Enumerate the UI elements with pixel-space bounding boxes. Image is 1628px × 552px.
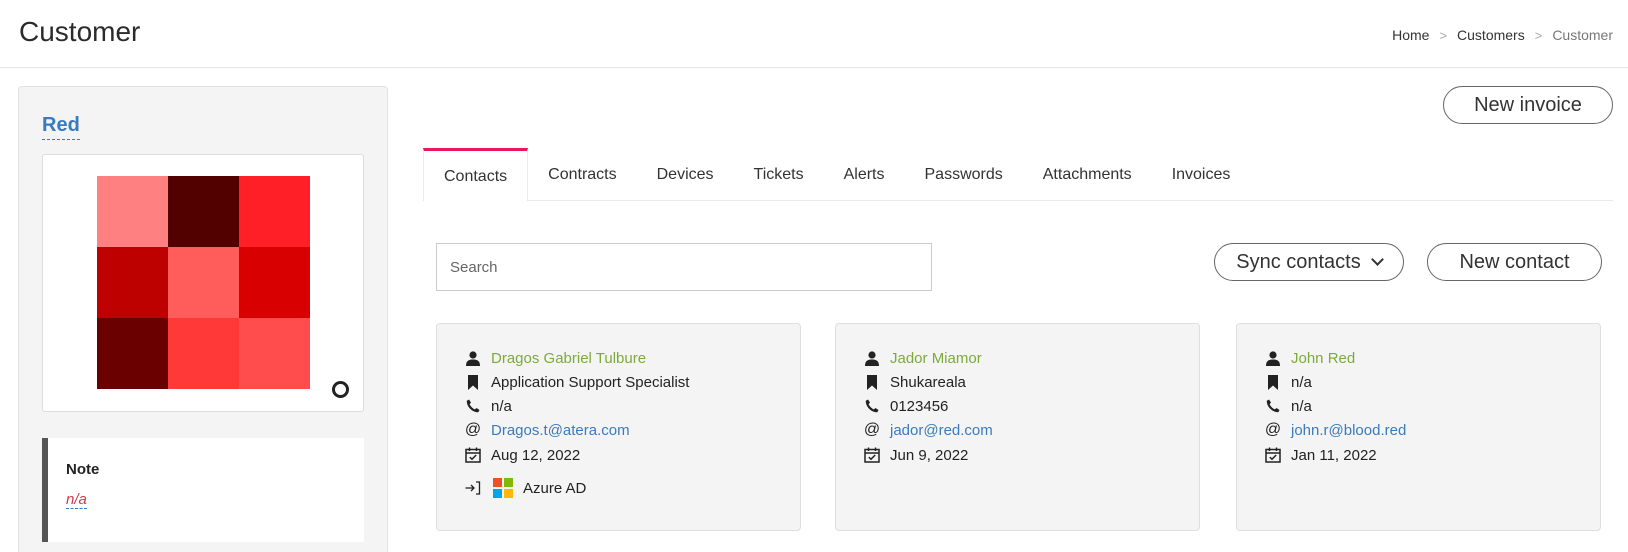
logo-cell (97, 176, 168, 247)
note-value[interactable]: n/a (66, 491, 87, 509)
contact-date-row: Jun 9, 2022 (862, 444, 968, 466)
contact-date-row: Aug 12, 2022 (463, 444, 580, 466)
contact-name-row: Dragos Gabriel Tulbure (463, 347, 646, 369)
microsoft-logo-icon (493, 478, 513, 498)
phone-icon (1263, 396, 1283, 416)
contact-card: Jador Miamor Shukareala 0123456 @ jador@red.… (835, 323, 1200, 531)
logo-cell (97, 318, 168, 389)
note-title: Note (66, 461, 100, 478)
contact-date: Jan 11, 2022 (1291, 446, 1377, 464)
breadcrumb: Home > Customers > Customer (1392, 27, 1613, 43)
customer-panel: Red Note n/a (18, 86, 388, 552)
tab-devices[interactable]: Devices (637, 148, 734, 201)
logo-cell (97, 247, 168, 318)
contact-title: Application Support Specialist (491, 373, 690, 391)
contact-card: Dragos Gabriel Tulbure Application Suppor… (436, 323, 801, 531)
contact-name-row: John Red (1263, 347, 1355, 369)
contact-title-row: Shukareala (862, 371, 966, 393)
tab-bar: Contacts Contracts Devices Tickets Alerts Pas… (423, 148, 1613, 201)
contact-name[interactable]: John Red (1291, 350, 1355, 367)
contact-source: Azure AD (523, 479, 587, 497)
tab-attachments[interactable]: Attachments (1023, 148, 1152, 201)
contact-name[interactable]: Jador Miamor (890, 350, 982, 367)
tab-contacts[interactable]: Contacts (423, 148, 529, 201)
contact-date-row: Jan 11, 2022 (1263, 444, 1377, 466)
contact-date: Aug 12, 2022 (491, 446, 581, 464)
breadcrumb-current: Customer (1552, 27, 1613, 43)
phone-icon (463, 396, 483, 416)
sign-in-icon (463, 478, 483, 498)
calendar-check-icon (862, 445, 882, 465)
breadcrumb-separator: > (1534, 27, 1543, 43)
contact-source-row: Azure AD (463, 477, 586, 499)
logo-cell (168, 318, 239, 389)
contact-email[interactable]: jador@red.com (890, 422, 993, 439)
at-sign-icon: @ (863, 421, 881, 438)
sync-contacts-button[interactable]: Sync contacts (1214, 243, 1404, 281)
contact-title: n/a (1291, 373, 1312, 391)
logo-edit-circle-icon[interactable] (332, 381, 349, 398)
customer-logo-box (42, 154, 364, 412)
new-invoice-button[interactable]: New invoice (1443, 86, 1613, 124)
bookmark-icon (1263, 372, 1283, 392)
contact-title-row: n/a (1263, 371, 1312, 393)
bookmark-icon (463, 372, 483, 392)
at-sign-icon: @ (464, 421, 482, 438)
user-icon (1263, 348, 1283, 368)
logo-cell (239, 318, 310, 389)
note-box: Note n/a (42, 438, 364, 542)
calendar-check-icon (1263, 445, 1283, 465)
contact-phone-row: n/a (1263, 395, 1312, 417)
contact-title: Shukareala (890, 373, 966, 391)
page-title: Customer (19, 16, 141, 47)
tab-passwords[interactable]: Passwords (905, 148, 1023, 201)
breadcrumb-home[interactable]: Home (1392, 27, 1429, 43)
breadcrumb-customers[interactable]: Customers (1457, 27, 1525, 43)
breadcrumb-separator: > (1439, 27, 1448, 43)
contact-email[interactable]: Dragos.t@atera.com (491, 422, 630, 439)
logo-cell (168, 247, 239, 318)
contact-phone-row: n/a (463, 395, 512, 417)
contact-phone: n/a (1291, 397, 1312, 415)
logo-cell (239, 176, 310, 247)
sync-contacts-label: Sync contacts (1236, 250, 1361, 273)
page-header: Customer Home > Customers > Customer (0, 0, 1628, 68)
contact-phone: n/a (491, 397, 512, 415)
contact-card: John Red n/a n/a @ john.r@blood.red Jan 11, 2… (1236, 323, 1601, 531)
contact-name[interactable]: Dragos Gabriel Tulbure (491, 350, 646, 367)
tab-contracts[interactable]: Contracts (528, 148, 636, 201)
customer-logo (97, 176, 310, 389)
contact-email[interactable]: john.r@blood.red (1291, 422, 1406, 439)
contact-email-row: @ john.r@blood.red (1263, 419, 1406, 441)
tab-tickets[interactable]: Tickets (734, 148, 824, 201)
logo-cell (239, 247, 310, 318)
bookmark-icon (862, 372, 882, 392)
user-icon (862, 348, 882, 368)
calendar-check-icon (463, 445, 483, 465)
customer-name[interactable]: Red (42, 113, 80, 140)
chevron-down-icon (1370, 252, 1384, 266)
contact-email-row: @ jador@red.com (862, 419, 993, 441)
tab-alerts[interactable]: Alerts (824, 148, 905, 201)
tab-invoices[interactable]: Invoices (1152, 148, 1251, 201)
contact-phone: 0123456 (890, 397, 949, 415)
contact-email-row: @ Dragos.t@atera.com (463, 419, 630, 441)
user-icon (463, 348, 483, 368)
new-contact-button[interactable]: New contact (1427, 243, 1602, 281)
contact-date: Jun 9, 2022 (890, 446, 969, 464)
phone-icon (862, 396, 882, 416)
contact-phone-row: 0123456 (862, 395, 948, 417)
logo-cell (168, 176, 239, 247)
contact-name-row: Jador Miamor (862, 347, 982, 369)
contact-title-row: Application Support Specialist (463, 371, 689, 393)
search-input[interactable] (436, 243, 932, 291)
at-sign-icon: @ (1264, 421, 1282, 438)
